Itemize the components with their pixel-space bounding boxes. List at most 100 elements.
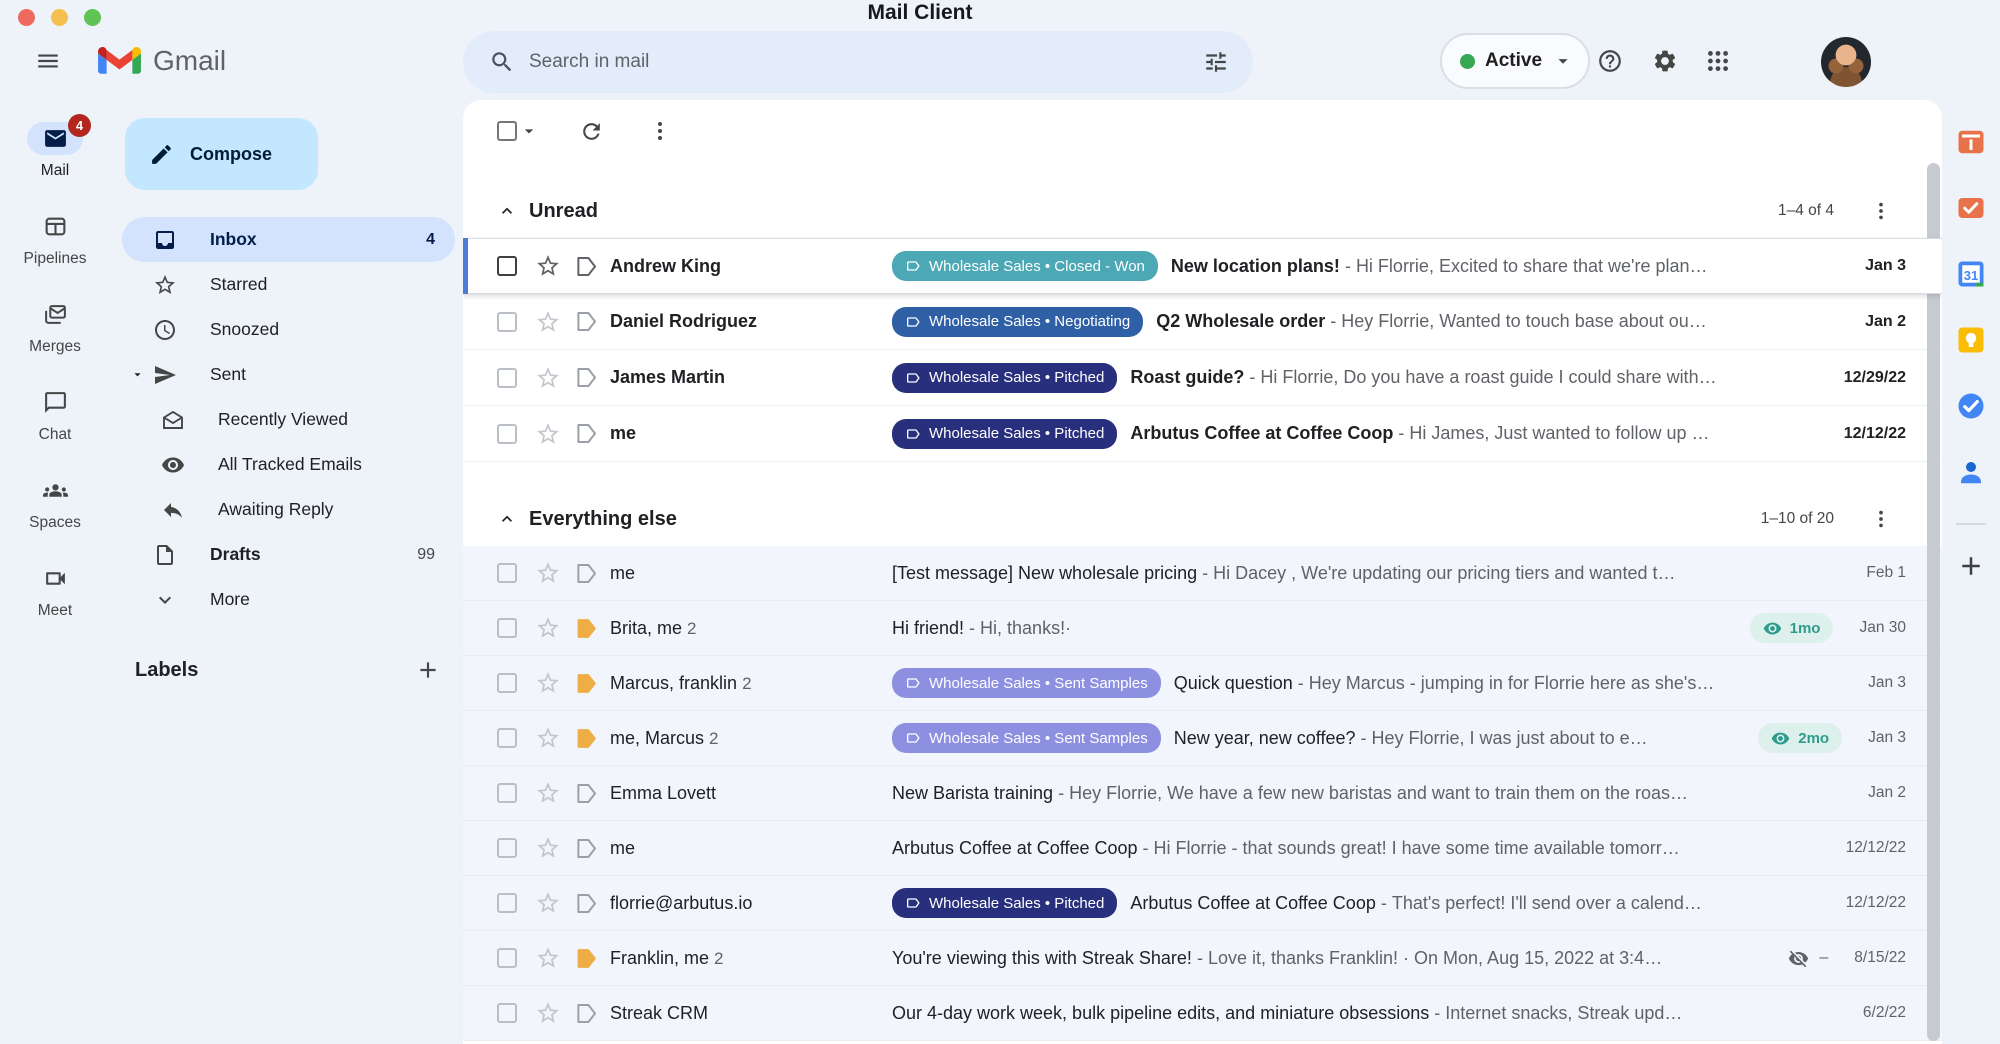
pipeline-stage-chip[interactable]: Wholesale Sales • Pitched [892, 363, 1117, 393]
sidebar-item-more[interactable]: More [122, 577, 455, 622]
star-icon[interactable] [535, 615, 561, 641]
sidebar-item-inbox[interactable]: Inbox 4 [122, 217, 455, 262]
section-more-icon[interactable] [1870, 508, 1892, 530]
rail-item-meet[interactable]: Meet [0, 562, 110, 650]
sidebar-item-drafts[interactable]: Drafts 99 [122, 532, 455, 577]
expand-caret-icon[interactable] [130, 367, 145, 382]
search-options-icon[interactable] [1203, 49, 1229, 75]
rail-item-mail[interactable]: 4 Mail [0, 122, 110, 210]
main-menu-icon[interactable] [28, 41, 68, 81]
settings-gear-icon[interactable] [1645, 41, 1685, 81]
email-row[interactable]: me Wholesale Sales • Pitched Arbutus Cof… [463, 406, 1942, 462]
streak-pipeline-box-icon[interactable] [574, 946, 599, 971]
email-row[interactable]: Emma Lovett New Barista training - Hey F… [463, 766, 1942, 821]
select-all-checkbox[interactable] [497, 121, 517, 141]
streak-pipeline-box-icon[interactable] [574, 309, 599, 334]
tasks-icon[interactable] [1956, 391, 1986, 421]
pipeline-stage-chip[interactable]: Wholesale Sales • Sent Samples [892, 723, 1161, 753]
rail-item-chat[interactable]: Chat [0, 386, 110, 474]
row-checkbox[interactable] [497, 673, 517, 693]
row-checkbox[interactable] [497, 368, 517, 388]
more-options-icon[interactable] [648, 119, 672, 143]
section-more-icon[interactable] [1870, 200, 1892, 222]
pipeline-stage-chip[interactable]: Wholesale Sales • Closed - Won [892, 251, 1158, 281]
email-row[interactable]: Daniel Rodriguez Wholesale Sales • Negot… [463, 294, 1942, 350]
star-icon[interactable] [535, 670, 561, 696]
collapse-section-icon[interactable] [497, 201, 517, 221]
google-apps-grid-icon[interactable] [1698, 41, 1738, 81]
row-checkbox[interactable] [497, 948, 517, 968]
row-checkbox[interactable] [497, 424, 517, 444]
email-row[interactable]: Andrew King Wholesale Sales • Closed - W… [463, 238, 1942, 294]
row-checkbox[interactable] [497, 312, 517, 332]
streak-mail-merge-icon[interactable] [1956, 193, 1986, 223]
star-icon[interactable] [535, 560, 561, 586]
select-dropdown-icon[interactable] [519, 121, 539, 141]
row-checkbox[interactable] [497, 563, 517, 583]
streak-pipeline-box-icon[interactable] [574, 421, 599, 446]
profile-avatar[interactable] [1821, 37, 1871, 87]
compose-button[interactable]: Compose [125, 118, 318, 190]
streak-pipelines-icon[interactable] [1956, 127, 1986, 157]
row-checkbox[interactable] [497, 728, 517, 748]
star-icon[interactable] [535, 780, 561, 806]
contacts-icon[interactable] [1956, 457, 1986, 487]
email-row[interactable]: florrie@arbutus.io Wholesale Sales • Pit… [463, 876, 1942, 931]
streak-pipeline-box-icon[interactable] [574, 561, 599, 586]
pipeline-stage-chip[interactable]: Wholesale Sales • Negotiating [892, 307, 1143, 337]
rail-item-spaces[interactable]: Spaces [0, 474, 110, 562]
section-title[interactable]: Unread [529, 200, 598, 223]
pipeline-stage-chip[interactable]: Wholesale Sales • Pitched [892, 419, 1117, 449]
streak-pipeline-box-icon[interactable] [574, 836, 599, 861]
streak-pipeline-box-icon[interactable] [574, 365, 599, 390]
sidebar-item-awaiting-reply[interactable]: Awaiting Reply [122, 487, 455, 532]
collapse-section-icon[interactable] [497, 509, 517, 529]
refresh-icon[interactable] [579, 119, 604, 144]
get-addons-plus-icon[interactable] [1956, 551, 1986, 581]
streak-pipeline-box-icon[interactable] [574, 726, 599, 751]
email-row[interactable]: Brita, me 2 Hi friend! - Hi, thanks!· 1m… [463, 601, 1942, 656]
star-icon[interactable] [535, 890, 561, 916]
rail-item-merges[interactable]: Merges [0, 298, 110, 386]
row-checkbox[interactable] [497, 893, 517, 913]
email-row[interactable]: me [Test message] New wholesale pricing … [463, 546, 1942, 601]
streak-pipeline-box-icon[interactable] [574, 671, 599, 696]
sidebar-item-sent[interactable]: Sent [122, 352, 455, 397]
star-icon[interactable] [535, 725, 561, 751]
streak-pipeline-box-icon[interactable] [574, 891, 599, 916]
star-icon[interactable] [535, 945, 561, 971]
sidebar-item-starred[interactable]: Starred [122, 262, 455, 307]
search-icon[interactable] [489, 49, 515, 75]
streak-pipeline-box-icon[interactable] [574, 1001, 599, 1026]
star-icon[interactable] [535, 421, 561, 447]
streak-pipeline-box-icon[interactable] [574, 616, 599, 641]
pipeline-stage-chip[interactable]: Wholesale Sales • Pitched [892, 888, 1117, 918]
help-icon[interactable] [1590, 41, 1630, 81]
search-input[interactable] [529, 51, 1203, 73]
calendar-icon[interactable]: 31 [1956, 259, 1986, 289]
row-checkbox[interactable] [497, 1003, 517, 1023]
email-row[interactable]: me Arbutus Coffee at Coffee Coop - Hi Fl… [463, 821, 1942, 876]
streak-pipeline-box-icon[interactable] [574, 781, 599, 806]
rail-item-pipelines[interactable]: Pipelines [0, 210, 110, 298]
star-icon[interactable] [535, 253, 561, 279]
status-selector[interactable]: Active [1440, 33, 1590, 89]
search-bar[interactable] [463, 31, 1253, 93]
email-row[interactable]: Marcus, franklin 2 Wholesale Sales • Sen… [463, 656, 1942, 711]
gmail-logo[interactable]: Gmail [98, 44, 226, 77]
star-icon[interactable] [535, 365, 561, 391]
keep-icon[interactable] [1956, 325, 1986, 355]
section-title[interactable]: Everything else [529, 508, 677, 531]
create-label-plus-icon[interactable] [415, 657, 441, 683]
row-checkbox[interactable] [497, 256, 517, 276]
star-icon[interactable] [535, 835, 561, 861]
row-checkbox[interactable] [497, 838, 517, 858]
row-checkbox[interactable] [497, 618, 517, 638]
row-checkbox[interactable] [497, 783, 517, 803]
pipeline-stage-chip[interactable]: Wholesale Sales • Sent Samples [892, 668, 1161, 698]
scrollbar[interactable] [1927, 163, 1940, 1041]
email-row[interactable]: Streak CRM Our 4-day work week, bulk pip… [463, 986, 1942, 1041]
sidebar-item-recently-viewed[interactable]: Recently Viewed [122, 397, 455, 442]
sidebar-item-all-tracked-emails[interactable]: All Tracked Emails [122, 442, 455, 487]
star-icon[interactable] [535, 1000, 561, 1026]
